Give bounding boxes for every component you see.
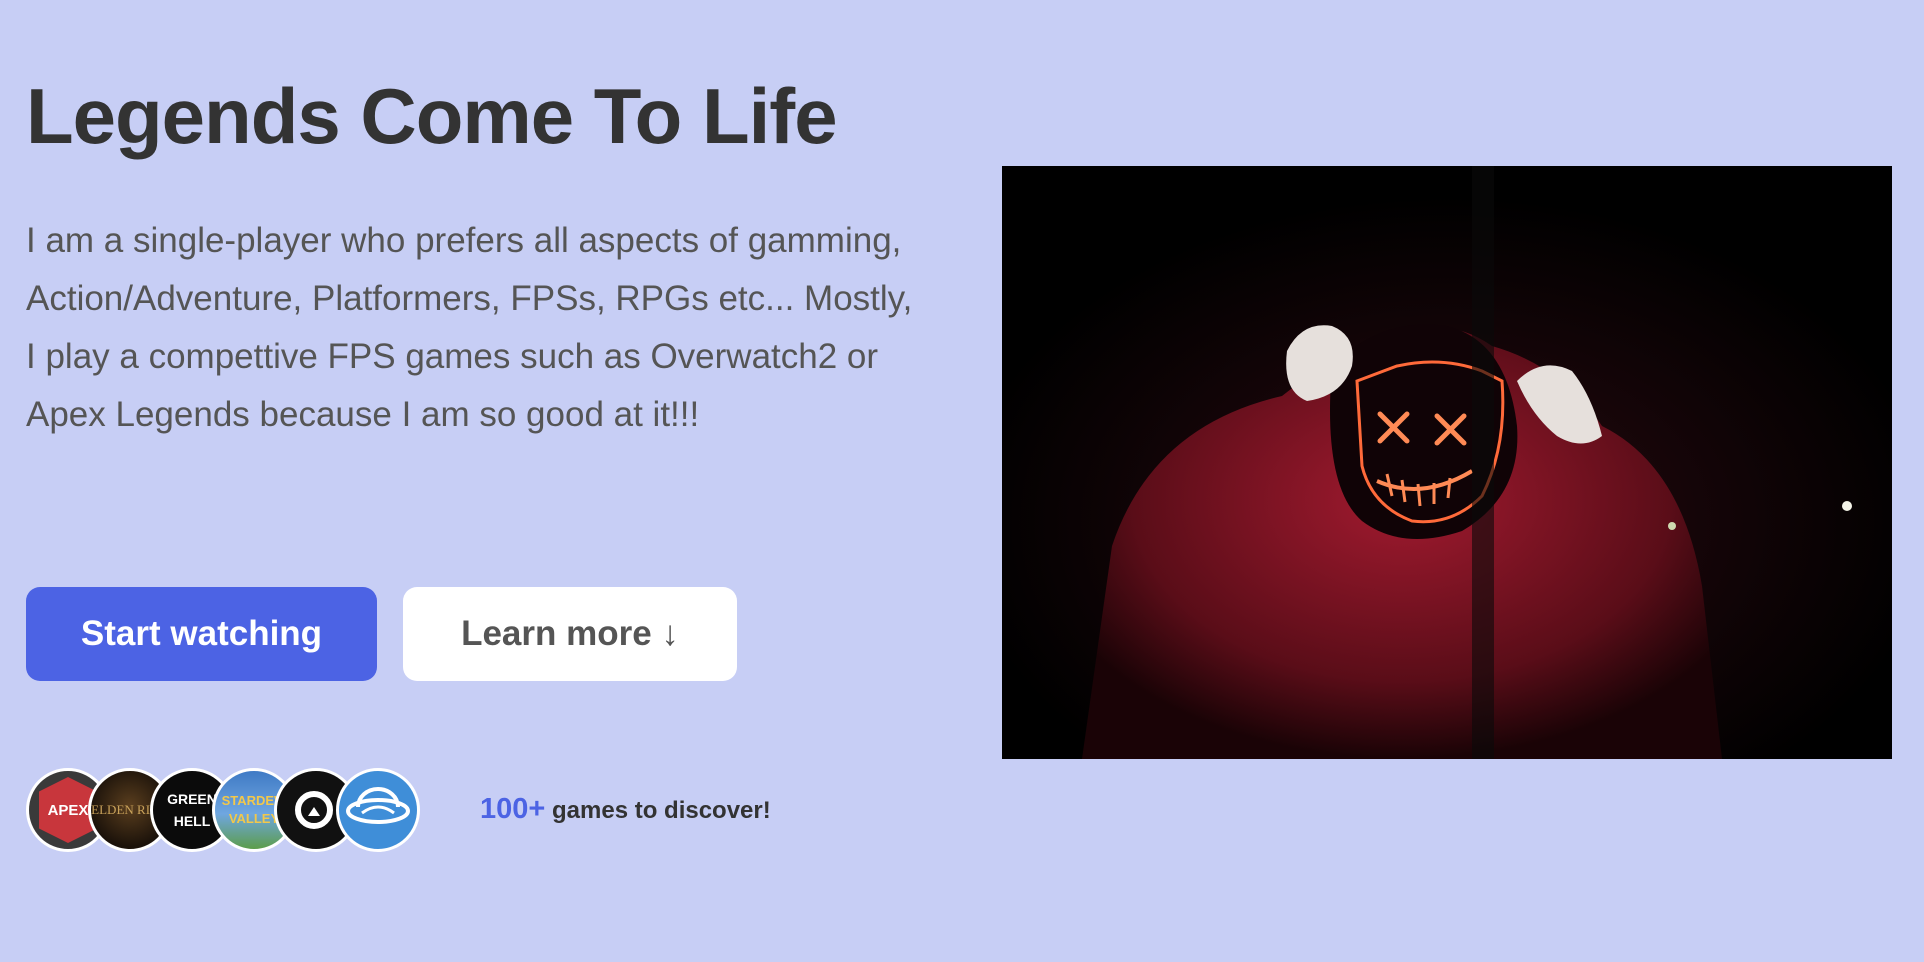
planet-coaster-logo: [336, 768, 420, 852]
games-count: 100+: [480, 793, 546, 825]
learn-more-button[interactable]: Learn more ↓: [403, 587, 737, 681]
games-discover-text: 100+ games to discover!: [480, 793, 771, 826]
game-avatars: APEX ELDEN RING GREEN HELL STARDEW VALLE…: [26, 768, 420, 852]
games-label: games to discover!: [545, 797, 771, 824]
start-watching-button[interactable]: Start watching: [26, 587, 377, 681]
hero-description: I am a single-player who prefers all asp…: [26, 221, 913, 434]
hero-section: Legends Come To Life I am a single-playe…: [0, 0, 1924, 962]
hooded-figure-neon-mask-photo: [1002, 166, 1892, 759]
hero-image: [1002, 166, 1892, 759]
hero-title: Legends Come To Life: [26, 72, 838, 160]
planet-ring-icon: [346, 787, 410, 824]
